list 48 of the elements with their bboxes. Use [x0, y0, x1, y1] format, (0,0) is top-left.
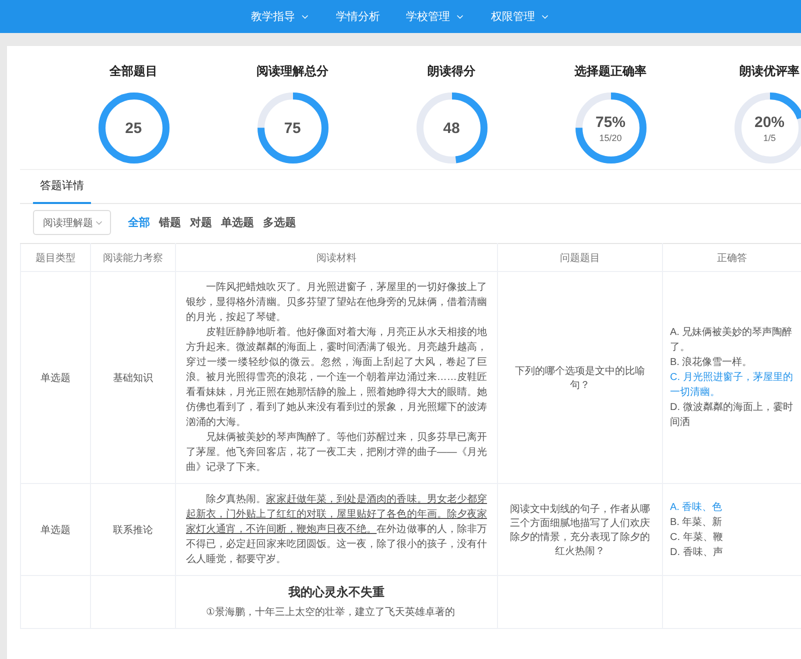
answer-option: B. 年菜、新 [670, 514, 801, 530]
material-paragraph: 皮鞋匠静静地听着。他好像面对着大海，月亮正从水天相接的地方升起来。微波粼粼的海面上，霎时间洒满了银光。月亮越升越高，穿过一缕一缕轻纱似的微云。忽然，海面上刮起了大风，卷起了巨浪。被月光照得雪亮的浪花，一个连一个朝着岸边涌过来……皮鞋匠看看妹妹，月光正照在她那恬静的脸上，照着她睁得大大的眼睛。她仿佛也看到了，看到了她从来没有看到过的景象，月光照耀下的波涛汹涌的大海。 [186, 326, 487, 430]
stat-value: 75% [595, 114, 626, 130]
material-paragraph: ①景海鹏，十年三上太空的壮举，建立了飞天英雄卓著的 [205, 606, 456, 620]
column-header: 正确答 [662, 244, 801, 272]
stat-title: 阅读理解总分 [256, 63, 328, 80]
column-header: 阅读材料 [176, 244, 498, 272]
table-cell: 单选题 [20, 272, 90, 484]
stat-title: 选择题正确率 [574, 63, 646, 80]
stat-value: 20% [754, 114, 785, 130]
answer-option: D. 香味、声 [670, 544, 801, 560]
stat-fraction: 1/5 [763, 132, 776, 142]
filter-option[interactable]: 全部 [128, 215, 150, 230]
answer-option: A. 香味、色 [670, 500, 801, 514]
table-cell: 阅读文中划线的句子，作者从哪三个方面细腻地描写了人们欢庆除夕的情景，充分表现了除夕的红火热闹？ [498, 484, 662, 576]
column-header: 问题题目 [498, 244, 662, 272]
nav-item[interactable]: 学校管理 [406, 9, 465, 24]
column-header: 阅读能力考察 [90, 244, 176, 272]
stat-fraction: 15/20 [599, 132, 622, 142]
filter-option[interactable]: 对题 [190, 215, 212, 230]
answer-option: A. 兄妹俩被美妙的琴声陶醉了。 [670, 325, 801, 355]
filter-option[interactable]: 单选题 [221, 215, 254, 230]
stat-value: 25 [125, 120, 142, 136]
stat-title: 朗读优评率 [740, 63, 800, 80]
answer-option: C. 月光照进窗子，茅屋里的一切清幽。 [670, 370, 801, 400]
nav-item[interactable]: 教学指导 [251, 9, 310, 24]
material-paragraph: 兄妹俩被美妙的琴声陶醉了。等他们苏醒过来，贝多芬早已离开了茅屋。他飞奔回客店，花了一夜工夫，把刚才弹的曲子——《月光曲》记录了下来。 [186, 430, 487, 475]
table-cell: 单选题 [20, 484, 90, 576]
stat-title: 全部题目 [110, 63, 158, 80]
answer-option: D. 微波粼粼的海面上，霎时间洒 [670, 400, 801, 430]
tab[interactable]: 答题详情 [33, 178, 91, 204]
column-header: 题目类型 [20, 244, 90, 272]
stat-value: 48 [443, 120, 460, 136]
nav-item[interactable]: 权限管理 [491, 9, 550, 24]
nav-item[interactable]: 学情分析 [336, 9, 380, 24]
material-paragraph: 除夕真热闹。家家赶做年菜，到处是酒肉的香味。男女老少都穿起新衣，门外贴上了红红的对联，屋里贴好了各色的年画。除夕夜家家灯火通宵，不许间断，鞭炮声日夜不绝。在外边做事的人，除非万不得已，必定赶回家来吃团圆饭。这一夜，除了很小的孩子，没有什么人睡觉，都要守岁。 [186, 492, 487, 567]
answer-option: B. 浪花像雪一样。 [670, 355, 801, 370]
table-cell: 下列的哪个选项是文中的比喻句？ [498, 272, 662, 484]
question-type-select[interactable]: 阅读理解题 [33, 210, 111, 235]
stat-value: 75 [284, 120, 301, 136]
filter-option[interactable]: 错题 [159, 215, 181, 230]
filter-option[interactable]: 多选题 [263, 215, 296, 230]
stat-title: 朗读得分 [428, 63, 476, 80]
table-cell: 联系推论 [90, 484, 176, 576]
answer-option: C. 年菜、鞭 [670, 530, 801, 544]
material-paragraph: 一阵风把蜡烛吹灭了。月光照进窗子，茅屋里的一切好像披上了银纱，显得格外清幽。贝多芬望了望站在他身旁的兄妹俩，借着清幽的月光，按起了琴键。 [186, 280, 487, 325]
material-title: 我的心灵永不失重 [287, 584, 386, 601]
table-cell: 基础知识 [90, 272, 176, 484]
